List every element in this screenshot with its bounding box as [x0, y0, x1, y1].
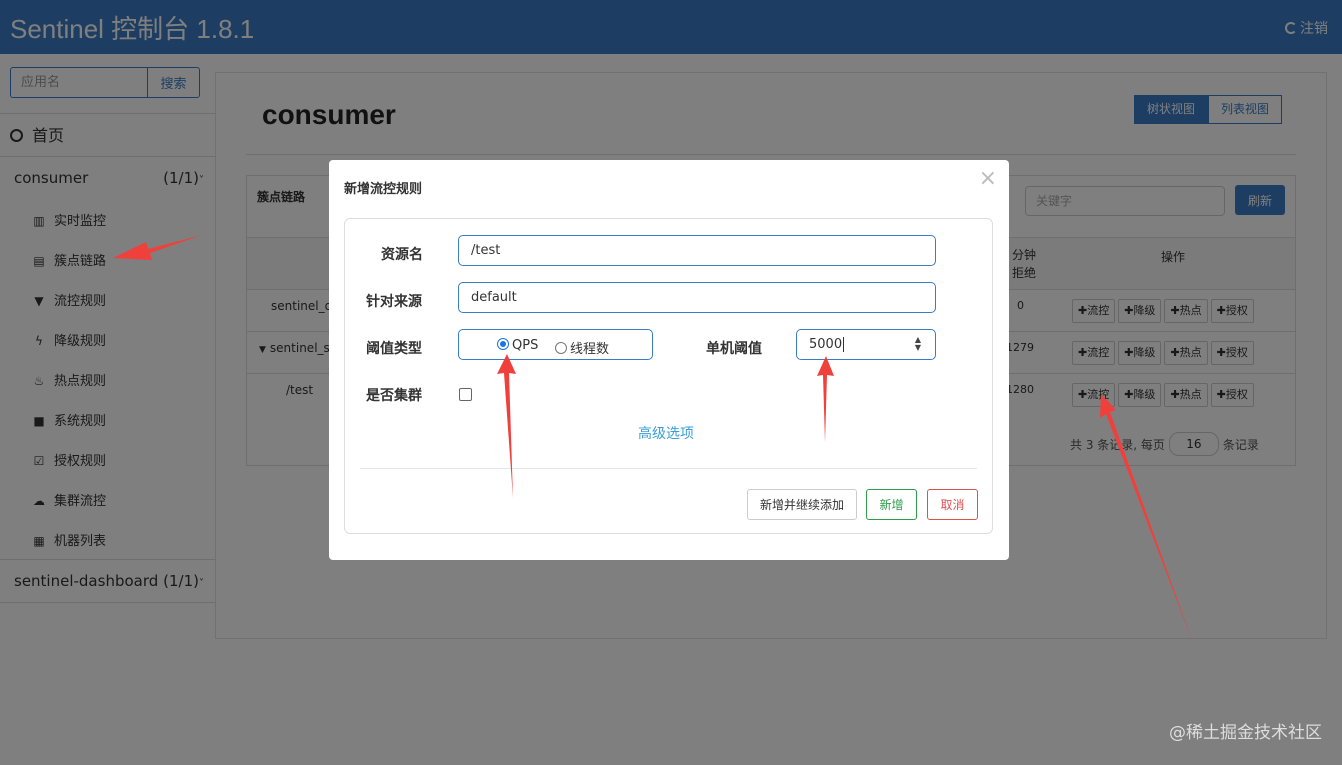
cancel-button[interactable]: 取消: [927, 489, 978, 520]
radio-thread[interactable]: 线程数: [555, 338, 609, 357]
add-button[interactable]: 新增: [866, 489, 917, 520]
dialog-form: 资源名 /test 针对来源 default 阈值类型 QPS 线程数 单机阈值…: [344, 218, 993, 534]
dialog-title: 新增流控规则: [344, 182, 423, 197]
radio-checked-icon: [497, 338, 509, 350]
advanced-options-link[interactable]: 高级选项: [638, 423, 694, 443]
resource-label: 资源名: [381, 247, 423, 263]
cluster-label: 是否集群: [366, 388, 422, 404]
resource-input[interactable]: /test: [458, 235, 936, 266]
threshold-type-label: 阈值类型: [366, 341, 422, 357]
divider: [360, 468, 977, 469]
radio-qps[interactable]: QPS: [497, 338, 538, 353]
watermark: @稀土掘金技术社区: [1169, 723, 1322, 743]
radio-unchecked-icon: [555, 342, 567, 354]
cluster-checkbox[interactable]: [459, 388, 472, 401]
close-icon[interactable]: ×: [979, 166, 997, 191]
number-spinner-icon[interactable]: ▲ ▼: [915, 336, 921, 352]
threshold-label: 单机阈值: [706, 341, 762, 357]
threshold-type-group: QPS 线程数: [458, 329, 653, 360]
origin-label: 针对来源: [366, 294, 422, 310]
origin-input[interactable]: default: [458, 282, 936, 313]
threshold-input[interactable]: 5000 ▲ ▼: [796, 329, 936, 360]
add-continue-button[interactable]: 新增并继续添加: [747, 489, 857, 520]
add-flow-rule-dialog: 新增流控规则 × 资源名 /test 针对来源 default 阈值类型 QPS…: [329, 160, 1009, 560]
